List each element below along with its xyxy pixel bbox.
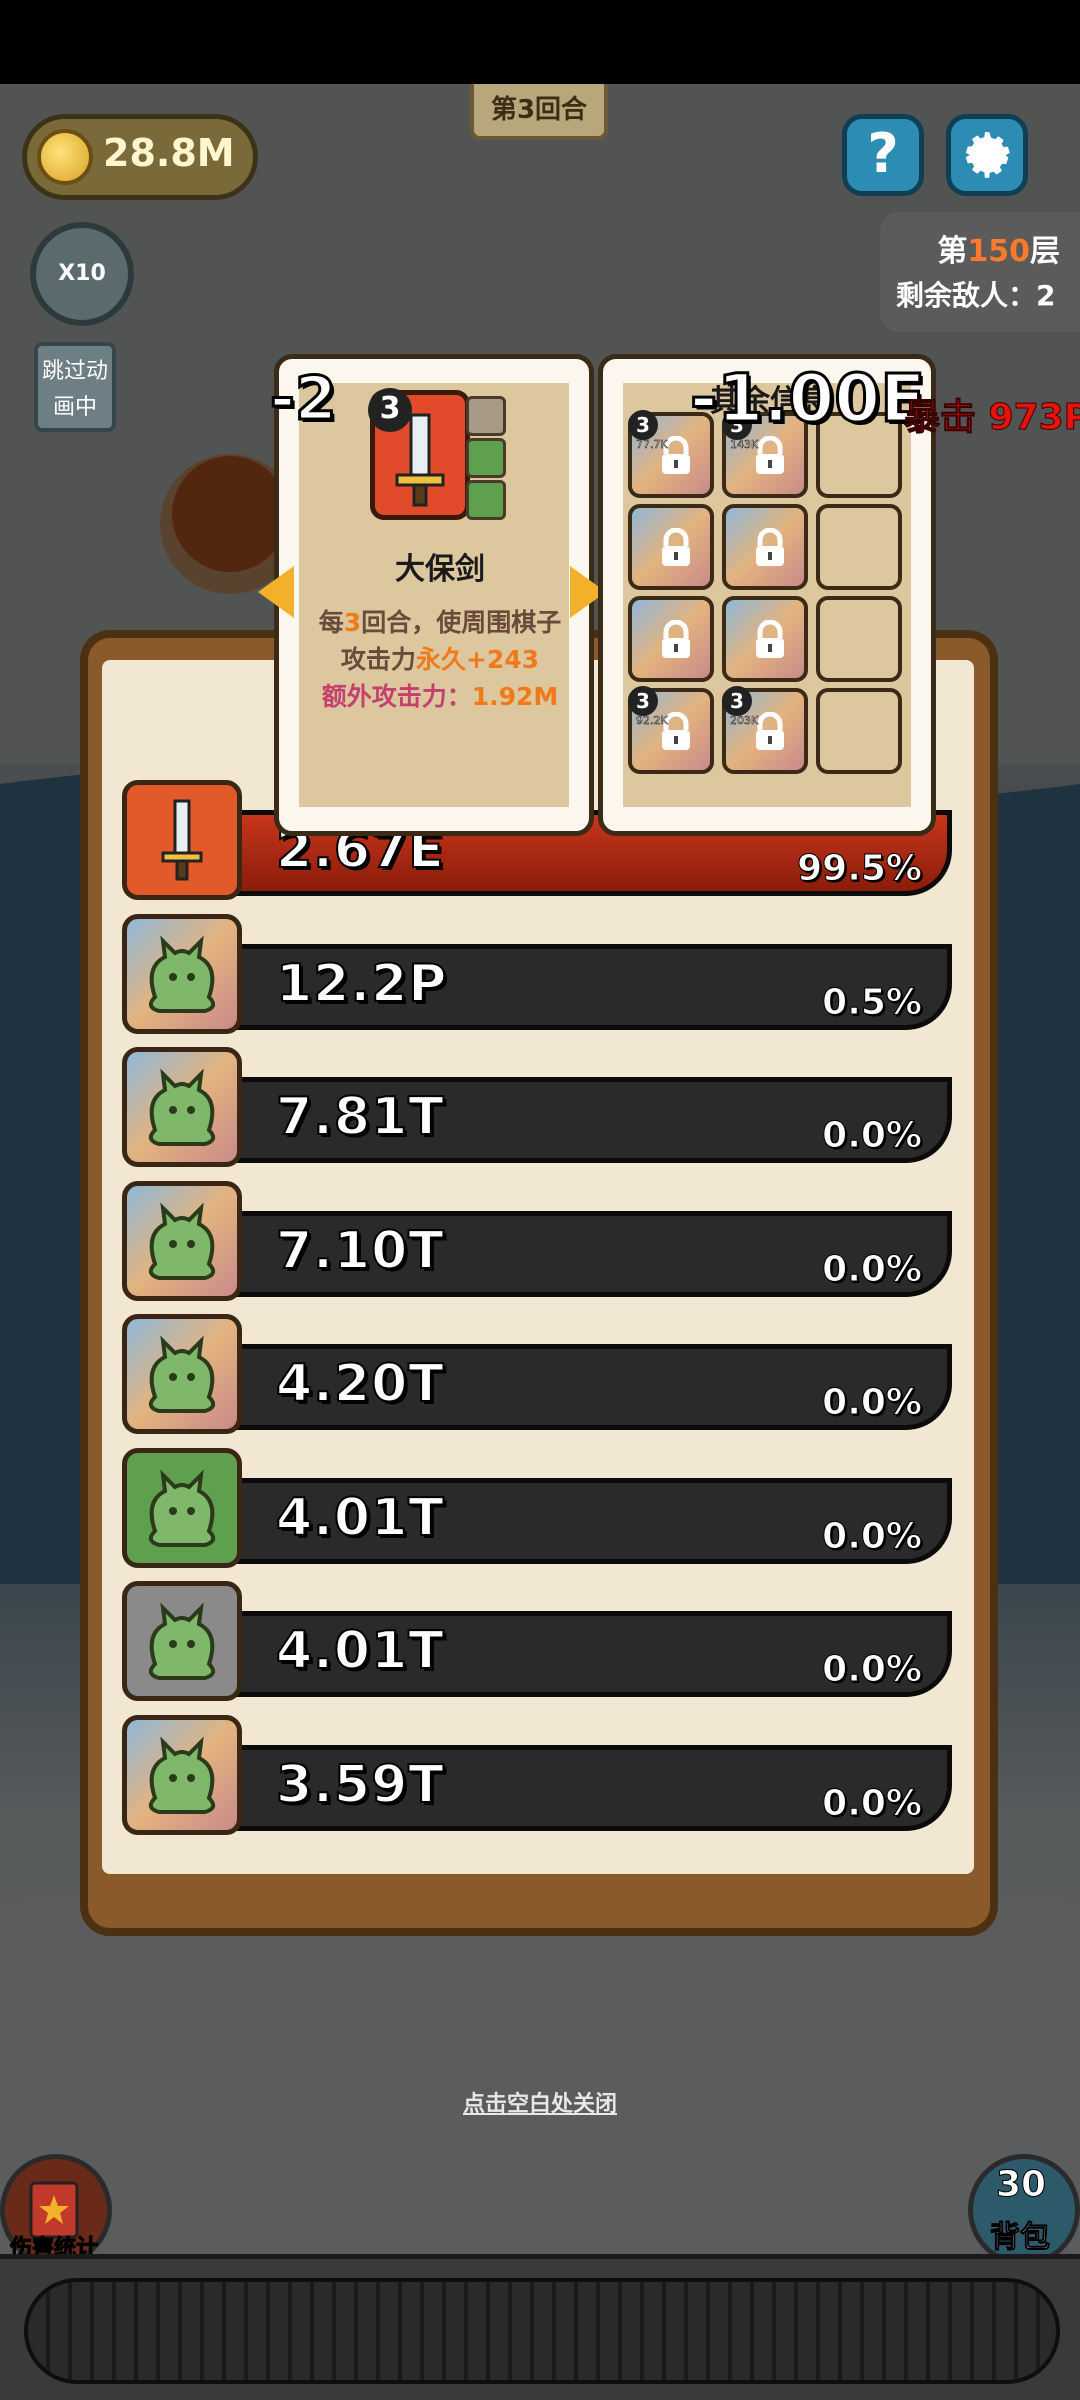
empty-slot[interactable] [816, 504, 902, 590]
floor-info: 第150层 剩余敌人：2 [880, 212, 1080, 332]
damage-value: 4.20T [275, 1353, 445, 1415]
slime-icon[interactable] [122, 913, 242, 1034]
damage-value: 7.10T [275, 1220, 445, 1282]
sword-icon[interactable] [122, 780, 242, 900]
lock-icon [756, 620, 784, 658]
lock-icon [662, 528, 690, 566]
item-level-badge: 3 [368, 388, 412, 432]
damage-row: 7.10T 0.0% [122, 1180, 962, 1301]
item-description: 每3回合，使周围棋子攻击力永久+243 额外攻击力：1.92M [316, 604, 564, 715]
slot-value: 203K [730, 714, 759, 728]
damage-float-right: -1.00E [688, 359, 926, 439]
floor-label: 第150层 [937, 226, 1060, 270]
slime-icon[interactable] [122, 1447, 242, 1568]
locked-slot[interactable] [722, 596, 808, 682]
question-icon: ? [867, 122, 899, 185]
empty-slot[interactable] [816, 688, 902, 774]
lock-icon [756, 528, 784, 566]
round-counter: 第3回合 [470, 84, 608, 140]
damage-percent: 99.5% [797, 848, 923, 890]
slime-icon[interactable] [122, 1581, 242, 1701]
locked-slot[interactable] [628, 596, 714, 682]
backpack-count: 30 [995, 2164, 1047, 2206]
damage-value: 12.2P [275, 953, 448, 1015]
slime-icon[interactable] [122, 1314, 242, 1434]
slime-icon [466, 480, 506, 520]
desc-permanent: 永久+243 [415, 645, 540, 674]
locked-slot[interactable]: 3 203K [722, 686, 808, 774]
slot-value: 143K [730, 438, 759, 452]
damage-percent: 0.0% [822, 1115, 923, 1157]
slot-level-badge: 3 [628, 686, 658, 716]
damage-row: 4.20T 0.0% [122, 1314, 962, 1434]
enemies-remaining: 剩余敌人：2 [896, 279, 1056, 312]
skip-animation-toggle[interactable]: 跳过动画中 [34, 342, 116, 432]
slime-icon[interactable] [122, 1714, 242, 1835]
damage-row: 4.01T 0.0% [122, 1581, 962, 1701]
damage-percent: 0.0% [822, 1382, 923, 1424]
locked-slot[interactable] [628, 504, 714, 590]
settings-button[interactable] [946, 114, 1028, 196]
floor-suffix: 层 [1030, 234, 1060, 269]
close-hint[interactable]: 点击空白处关闭 [0, 2086, 1080, 2118]
slot-value: 77.7K [636, 438, 668, 452]
floor-number: 150 [967, 234, 1030, 269]
game-scene[interactable]: 第3回合 28.8M ? 第150层 剩余敌人：2 X10 跳过动画中 2.67… [0, 84, 1080, 2400]
slime-icon[interactable] [122, 1180, 242, 1301]
damage-row: 7.81T 0.0% [122, 1047, 962, 1167]
damage-row: 12.2P 0.5% [122, 913, 962, 1034]
desc-extra-value: 1.92M [471, 682, 559, 711]
damage-value: 3.59T [275, 1754, 445, 1816]
coin-amount: 28.8M [103, 131, 235, 175]
damage-value: 4.01T [275, 1620, 445, 1682]
damage-value: 4.01T [275, 1487, 445, 1549]
desc-turns: 3 [343, 608, 362, 637]
damage-value: 7.81T [275, 1086, 445, 1148]
slot-level-badge: 3 [722, 686, 752, 716]
damage-row: 4.01T 0.0% [122, 1447, 962, 1568]
help-button[interactable]: ? [842, 114, 924, 196]
coin-icon [37, 129, 93, 185]
empty-slot[interactable] [816, 596, 902, 682]
locked-slot[interactable]: 3 92.2K [628, 686, 714, 774]
desc-text: 每 [318, 608, 344, 637]
damage-percent: 0.5% [822, 981, 923, 1023]
damage-percent: 0.0% [822, 1248, 923, 1290]
damage-percent: 0.0% [822, 1782, 923, 1824]
coin-counter: 28.8M [22, 114, 258, 200]
adjacent-icon [466, 396, 506, 436]
item-icon: 3 [368, 388, 510, 520]
slime-icon [466, 438, 506, 478]
slime-icon[interactable] [122, 1047, 242, 1167]
gear-icon [965, 132, 1010, 178]
damage-float-left: -2 [269, 363, 339, 436]
slot-level-badge: 3 [628, 410, 658, 440]
arrow-left-icon[interactable] [258, 566, 294, 618]
backpack-label: 背包 [990, 2220, 1051, 2256]
damage-percent: 0.0% [822, 1515, 923, 1557]
crit-float: 暴击 973P [903, 397, 1080, 439]
damage-row: 3.59T 0.0% [122, 1714, 962, 1835]
floor-prefix: 第 [937, 234, 968, 269]
locked-slot[interactable] [722, 504, 808, 590]
unit-carousel[interactable] [24, 2278, 1060, 2384]
speed-button[interactable]: X10 [30, 222, 134, 326]
desc-extra-label: 额外攻击力： [321, 682, 472, 711]
damage-percent: 0.0% [822, 1649, 923, 1691]
status-bar [0, 0, 1080, 84]
lock-icon [662, 620, 690, 658]
item-name: 大保剑 [395, 552, 485, 587]
slot-value: 92.2K [636, 714, 668, 728]
